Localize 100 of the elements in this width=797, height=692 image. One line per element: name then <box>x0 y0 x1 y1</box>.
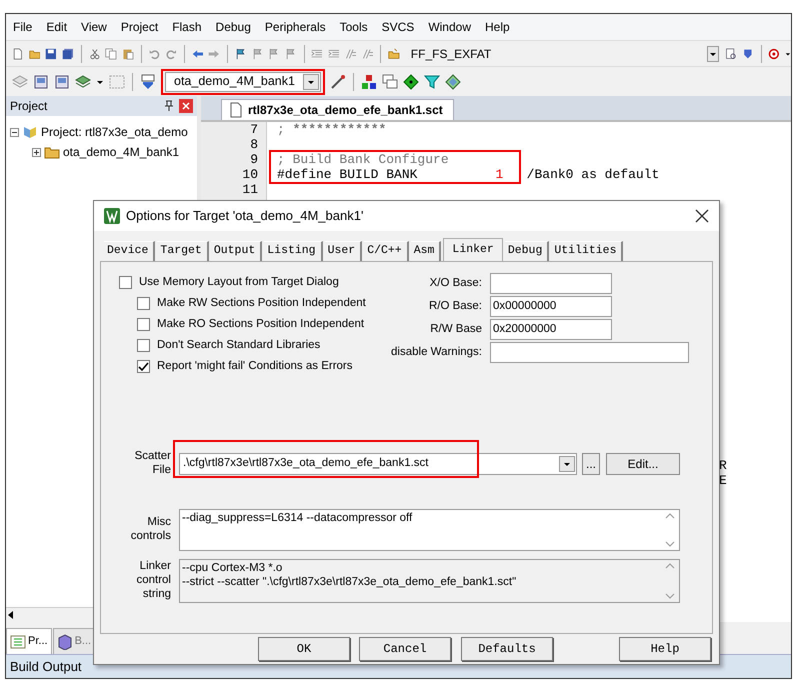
menu-item[interactable]: Window <box>421 14 478 40</box>
field-label: Misc controls <box>130 515 172 543</box>
copy-icon[interactable] <box>105 46 118 62</box>
menu-item[interactable]: File <box>6 14 40 40</box>
dialog-tab[interactable]: Asm <box>410 241 442 261</box>
layers-icon[interactable] <box>75 74 91 90</box>
scatter-file-field[interactable]: .\cfg\rtl87x3e\rtl87x3e_ota_demo_efe_bank1.sct <box>179 453 577 475</box>
menu-item[interactable]: Project <box>114 14 166 40</box>
code-comment: /Bank0 as default <box>526 167 660 182</box>
collapse-icon[interactable] <box>10 128 19 136</box>
dialog-tab[interactable]: User <box>324 241 362 261</box>
code-text: E <box>719 473 727 488</box>
menu-item[interactable]: Tools <box>332 14 375 40</box>
dialog-tab[interactable]: Target <box>157 241 209 261</box>
folder-icon[interactable] <box>388 46 400 62</box>
field-label: disable Warnings: <box>391 344 483 360</box>
dialog-tab[interactable]: Listing <box>264 241 323 261</box>
dialog-button[interactable]: Cancel <box>359 637 451 661</box>
file-icon <box>228 102 242 118</box>
field-label: R/W Base <box>429 322 483 337</box>
checkbox-label: Use Memory Layout from Target Dialog <box>139 274 339 290</box>
target-select[interactable]: ota_demo_4M_bank1 <box>165 72 321 92</box>
app-icon <box>104 208 120 224</box>
dialog-tab[interactable]: Linker <box>443 238 503 262</box>
text-area[interactable]: --cpu Cortex-M3 *.o --strict --scatter ".\cfg\rtl87x3e\rtl87x3e_ota_demo_efe_bank1.sct" <box>179 559 680 603</box>
dialog-title: Options for Target 'ota_demo_4M_bank1' <box>126 207 364 226</box>
menu-item[interactable]: Edit <box>39 14 74 40</box>
document-icon[interactable] <box>725 46 737 62</box>
input-field[interactable]: 0x00000000 <box>490 296 612 317</box>
line-number: 9 <box>249 152 259 167</box>
panel-tab[interactable]: Pr... <box>6 628 52 654</box>
dialog-tab[interactable]: Utilities <box>551 241 624 261</box>
menu-item[interactable]: View <box>74 14 114 40</box>
dialog-tab[interactable]: Output <box>210 241 262 261</box>
input-field[interactable]: 0x20000000 <box>490 319 612 340</box>
input-field[interactable] <box>490 273 612 294</box>
find-field[interactable]: FF_FS_EXFAT <box>404 44 701 62</box>
field-label: R/O Base: <box>428 298 483 314</box>
checkbox-label: Make RO Sections Position Independent <box>157 316 364 332</box>
scroll-down-icon[interactable] <box>665 592 675 600</box>
checkbox[interactable] <box>137 318 150 331</box>
close-icon[interactable] <box>695 209 709 223</box>
dialog-tab[interactable]: Device <box>104 241 156 261</box>
checkbox-label: Make RW Sections Position Independent <box>157 296 366 311</box>
dialog-button[interactable]: OK <box>258 637 350 661</box>
scroll-up-icon[interactable] <box>665 562 675 570</box>
check-icon <box>138 362 149 372</box>
line-number: 10 <box>241 167 259 182</box>
chip-icon[interactable] <box>33 74 49 90</box>
pin-icon[interactable] <box>163 100 175 112</box>
download-icon[interactable] <box>140 74 156 90</box>
scroll-up-icon[interactable] <box>665 512 675 520</box>
line-number: 8 <box>249 137 259 152</box>
checkbox[interactable] <box>137 297 150 310</box>
code-comment: ; Build Bank Configure <box>277 152 449 167</box>
menu-item[interactable]: Debug <box>208 14 258 40</box>
list-icon <box>10 634 26 650</box>
code-value: 1 <box>495 167 504 182</box>
menu-item[interactable]: Peripherals <box>258 14 333 40</box>
tree-item[interactable]: Project: rtl87x3e_ota_demo <box>41 123 188 141</box>
panel-tab[interactable]: B... <box>52 628 96 654</box>
panel-title: Build Output <box>10 658 82 676</box>
diamond-icon[interactable] <box>403 74 419 90</box>
input-field[interactable] <box>490 342 689 363</box>
panel-title: Project <box>10 98 48 115</box>
chip-icon[interactable] <box>54 74 70 90</box>
stack-icon[interactable] <box>12 74 28 90</box>
line-number: 11 <box>241 182 259 197</box>
menu-item[interactable]: SVCS <box>374 14 422 40</box>
menu-item[interactable]: Flash <box>165 14 209 40</box>
blocks-icon[interactable] <box>361 74 377 90</box>
code-text: #define BUILD BANK <box>277 167 418 182</box>
checkbox[interactable] <box>137 360 150 373</box>
editor-tab[interactable]: rtl87x3e_ota_demo_efe_bank1.sct <box>221 99 454 120</box>
tree-item[interactable]: ota_demo_4M_bank1 <box>63 143 180 161</box>
browse-button[interactable]: ... <box>582 453 600 475</box>
project-icon <box>22 124 38 140</box>
funnel-icon[interactable] <box>424 74 440 90</box>
scroll-down-icon[interactable] <box>665 540 675 548</box>
dialog-tab[interactable]: Debug <box>504 241 550 261</box>
text-area[interactable]: --diag_suppress=L6314 --datacompressor off <box>179 509 680 551</box>
scroll-left-icon[interactable] <box>6 610 16 620</box>
field-label: Scatter File <box>134 449 172 477</box>
line-number: 7 <box>249 122 259 137</box>
code-comment: ; ************ <box>277 122 386 137</box>
wand-icon[interactable] <box>330 74 346 90</box>
windows-icon[interactable] <box>382 74 398 90</box>
edit-button[interactable]: Edit... <box>606 453 680 475</box>
caret-icon <box>563 460 571 468</box>
dialog-tab[interactable]: C/C++ <box>364 241 409 261</box>
new-file-icon[interactable] <box>12 46 24 62</box>
code-text: R <box>719 458 727 473</box>
checkbox-label: Don't Search Standard Libraries <box>157 338 320 353</box>
checkbox[interactable] <box>119 276 132 289</box>
dialog-button[interactable]: Defaults <box>461 637 553 661</box>
checkbox[interactable] <box>137 339 150 352</box>
menu-item[interactable]: Help <box>478 14 517 40</box>
expand-icon[interactable] <box>32 148 41 156</box>
dialog-button[interactable]: Help <box>619 637 711 661</box>
field-label: X/O Base: <box>428 276 483 291</box>
